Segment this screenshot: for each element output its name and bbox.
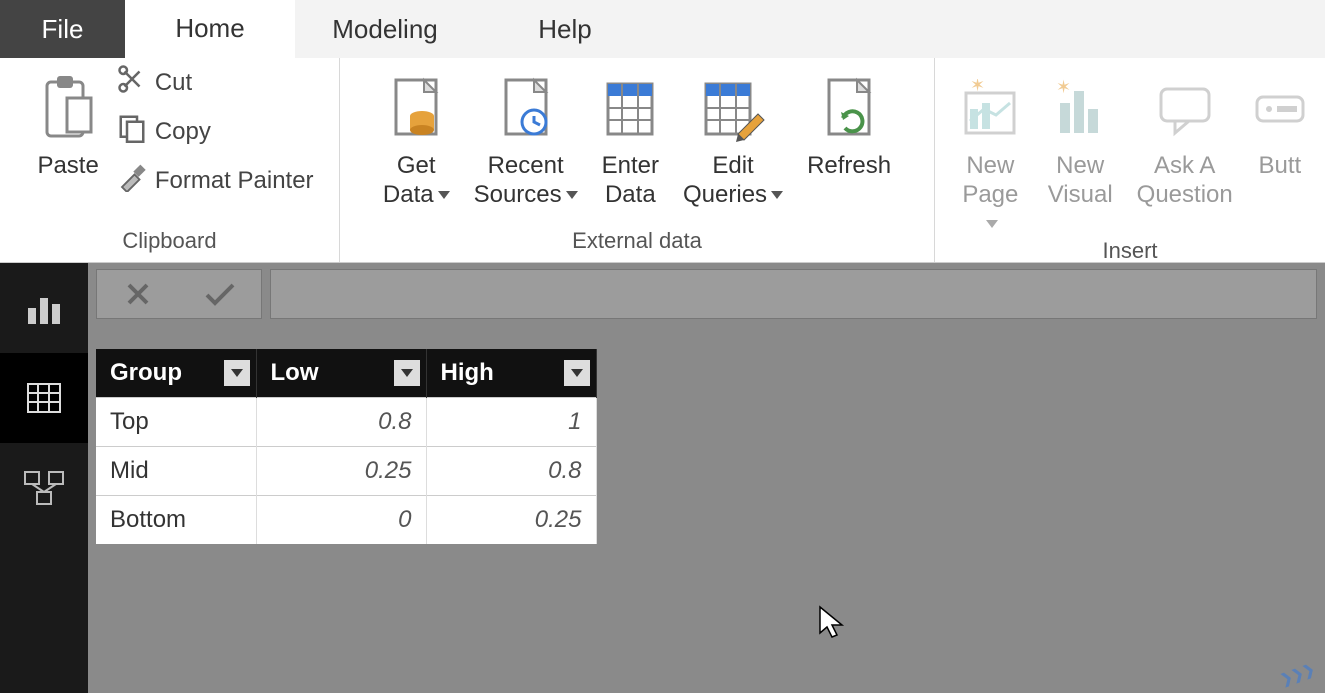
ribbon: Paste Cut Copy Format Painter Clipboard [0,58,1325,263]
tab-help[interactable]: Help [475,0,655,58]
recent-sources-button[interactable]: Recent Sources [462,64,590,210]
external-data-group-label: External data [572,228,702,258]
column-header-group[interactable]: Group [96,349,256,398]
buttons-icon [1255,68,1305,150]
column-header-high[interactable]: High [426,349,596,398]
mouse-cursor-icon [818,605,846,641]
tabs-spacer [655,0,1325,58]
cell-low[interactable]: 0.8 [256,398,426,447]
formula-input[interactable] [270,269,1317,319]
svg-text:✶: ✶ [970,79,985,95]
cell-high[interactable]: 0.25 [426,496,596,545]
new-visual-button[interactable]: ✶ New Visual [1036,64,1125,210]
new-visual-icon: ✶ [1052,68,1108,150]
menu-tabs: File Home Modeling Help [0,0,1325,58]
chevron-down-icon [401,369,413,377]
ask-question-icon [1155,68,1215,150]
buttons-button[interactable]: Butt [1245,64,1315,181]
cell-group[interactable]: Top [96,398,256,447]
clipboard-icon [41,68,95,150]
tab-modeling[interactable]: Modeling [295,0,475,58]
edit-queries-label: Edit Queries [683,152,783,210]
get-data-icon [388,68,444,150]
ask-question-button[interactable]: Ask A Question [1125,64,1245,210]
ribbon-group-external-data: Get Data Recent Sources Enter Data Edit … [340,58,935,262]
cell-high[interactable]: 1 [426,398,596,447]
refresh-button[interactable]: Refresh [795,64,903,181]
workspace: Group Low High [0,263,1325,693]
x-icon [123,279,153,309]
watermark-badge: ❯❯❯ [1278,660,1317,688]
new-page-label: New Page [957,152,1024,238]
new-page-icon: ✶ [960,68,1020,150]
refresh-icon [821,68,877,150]
ribbon-group-insert: ✶ New Page ✶ New Visual Ask A Question [935,58,1325,262]
table-row[interactable]: Mid 0.25 0.8 [96,447,596,496]
formula-buttons [96,269,262,319]
get-data-label: Get Data [383,152,450,210]
recent-sources-icon [498,68,554,150]
tab-home[interactable]: Home [125,0,295,58]
paintbrush-icon [117,162,147,199]
column-header-low-label: Low [271,359,319,386]
data-view-button[interactable] [0,353,88,443]
recent-sources-label: Recent Sources [474,152,578,210]
report-view-button[interactable] [0,263,88,353]
scissors-icon [117,64,147,101]
cell-high[interactable]: 0.8 [426,447,596,496]
filter-button-high[interactable] [564,360,590,386]
format-painter-button[interactable]: Format Painter [117,162,314,199]
filter-button-low[interactable] [394,360,420,386]
edit-queries-icon [700,68,766,150]
svg-text:✶: ✶ [1056,79,1071,97]
check-icon [203,279,237,309]
chevron-down-icon [571,369,583,377]
copy-button[interactable]: Copy [117,113,314,150]
format-painter-label: Format Painter [155,167,314,195]
new-visual-label: New Visual [1048,152,1113,210]
ask-question-label: Ask A Question [1137,152,1233,210]
column-header-high-label: High [441,359,494,386]
cell-low[interactable]: 0.25 [256,447,426,496]
chevron-down-icon [231,369,243,377]
copy-icon [117,113,147,150]
paste-button[interactable]: Paste [25,64,110,181]
enter-data-button[interactable]: Enter Data [590,64,671,210]
cell-group[interactable]: Bottom [96,496,256,545]
formula-commit-button[interactable] [179,270,261,318]
canvas: Group Low High [88,325,1325,693]
cell-group[interactable]: Mid [96,447,256,496]
enter-data-label: Enter Data [602,152,659,210]
data-table: Group Low High [96,349,597,544]
cut-button[interactable]: Cut [117,64,314,101]
formula-bar [88,263,1325,325]
filter-button-group[interactable] [224,360,250,386]
column-header-low[interactable]: Low [256,349,426,398]
buttons-label: Butt [1259,152,1302,181]
cut-label: Cut [155,69,192,97]
clipboard-group-label: Clipboard [122,228,216,258]
get-data-button[interactable]: Get Data [371,64,462,210]
new-page-button[interactable]: ✶ New Page [945,64,1036,238]
paste-label: Paste [37,152,98,181]
ribbon-group-clipboard: Paste Cut Copy Format Painter Clipboard [0,58,340,262]
cell-low[interactable]: 0 [256,496,426,545]
formula-cancel-button[interactable] [97,270,179,318]
refresh-label: Refresh [807,152,891,181]
table-row[interactable]: Top 0.8 1 [96,398,596,447]
copy-label: Copy [155,118,211,146]
enter-data-icon [602,68,658,150]
table-row[interactable]: Bottom 0 0.25 [96,496,596,545]
view-rail [0,263,88,693]
column-header-group-label: Group [110,359,182,386]
edit-queries-button[interactable]: Edit Queries [671,64,795,210]
tab-file[interactable]: File [0,0,125,58]
model-view-button[interactable] [0,443,88,533]
